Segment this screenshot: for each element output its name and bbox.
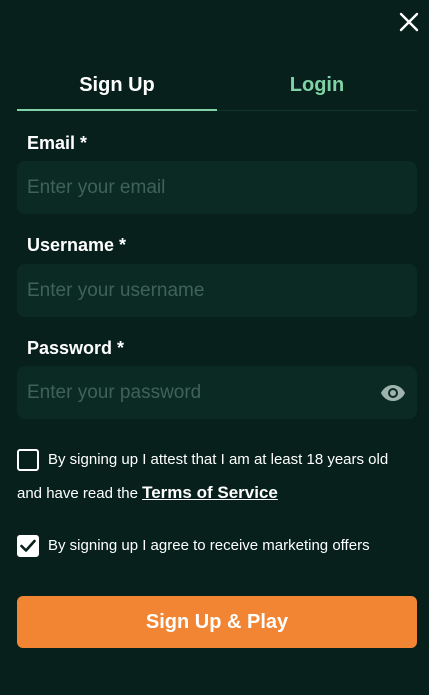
terms-of-service-link[interactable]: Terms of Service <box>142 483 278 502</box>
password-input[interactable] <box>27 381 379 404</box>
age-terms-text-prefix: and have read the <box>17 485 143 502</box>
username-label: Username * <box>27 235 127 255</box>
close-icon <box>399 12 419 32</box>
age-terms-text-line2: and have read the Terms of Service <box>17 483 278 504</box>
username-input[interactable] <box>27 279 407 302</box>
sign-up-play-button[interactable]: Sign Up & Play <box>17 596 417 648</box>
marketing-text: By signing up I agree to receive marketi… <box>48 537 370 554</box>
show-password-button[interactable] <box>379 379 407 407</box>
tab-login[interactable]: Login <box>217 62 417 110</box>
auth-tabs: Sign Up Login <box>17 62 417 111</box>
password-label: Password * <box>27 338 125 358</box>
email-input[interactable] <box>27 176 407 199</box>
username-input-container <box>17 264 417 317</box>
age-terms-checkbox[interactable] <box>17 449 39 471</box>
eye-icon <box>381 384 405 401</box>
checkmark-icon <box>20 539 36 552</box>
email-label: Email * <box>27 133 88 153</box>
marketing-checkbox[interactable] <box>17 535 39 557</box>
password-input-container <box>17 366 417 419</box>
email-input-container <box>17 161 417 214</box>
tab-sign-up[interactable]: Sign Up <box>17 62 217 111</box>
close-button[interactable] <box>397 10 421 34</box>
age-terms-text-line1: By signing up I attest that I am at leas… <box>48 451 389 468</box>
